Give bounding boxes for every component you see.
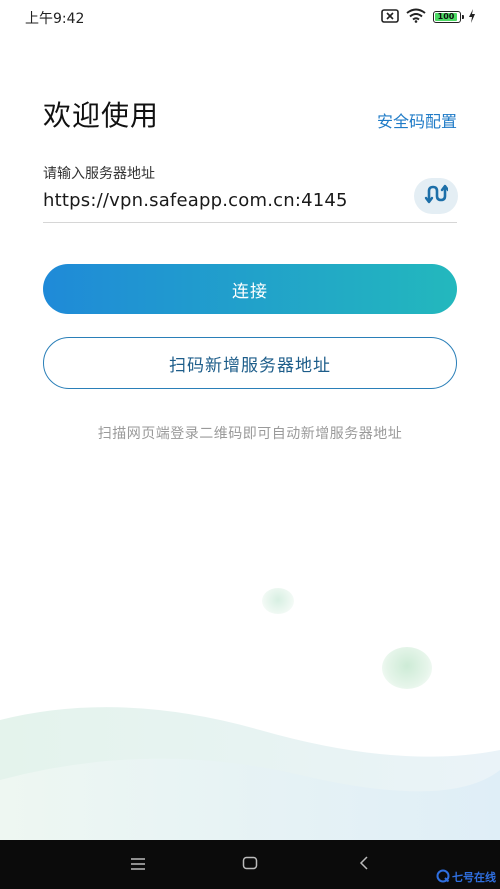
page-title: 欢迎使用: [43, 99, 160, 132]
switch-server-button[interactable]: [414, 178, 458, 214]
decorative-wave: [0, 707, 500, 840]
scan-add-server-button[interactable]: 扫码新增服务器地址: [43, 337, 457, 389]
back-button[interactable]: [352, 852, 376, 876]
connect-button[interactable]: 连接: [43, 264, 457, 314]
system-navigation-bar: [0, 840, 500, 889]
status-bar: 上午9:42 100: [0, 0, 500, 34]
server-address-input[interactable]: [43, 180, 403, 220]
input-underline: [43, 222, 457, 223]
watermark-logo-icon: [436, 869, 450, 886]
back-icon: [359, 855, 369, 874]
watermark: 七号在线: [436, 867, 496, 887]
switch-server-icon: [424, 184, 450, 208]
close-box-icon: [381, 8, 399, 27]
menu-icon: [130, 855, 146, 874]
scan-hint-text: 扫描网页端登录二维码即可自动新增服务器地址: [97, 426, 403, 442]
decorative-bubble: [262, 588, 294, 614]
menu-button[interactable]: [126, 852, 150, 876]
battery-level: 100: [437, 12, 455, 21]
status-time: 上午9:42: [25, 11, 85, 27]
status-icons: 100: [381, 8, 476, 27]
security-code-config-link[interactable]: 安全码配置: [377, 108, 457, 132]
home-button[interactable]: [238, 852, 262, 876]
battery-icon: 100: [433, 11, 464, 23]
charging-icon: [468, 8, 476, 27]
home-icon: [242, 855, 258, 874]
decorative-bubble: [382, 647, 432, 689]
wifi-icon: [406, 8, 426, 27]
watermark-text: 七号在线: [452, 871, 496, 884]
